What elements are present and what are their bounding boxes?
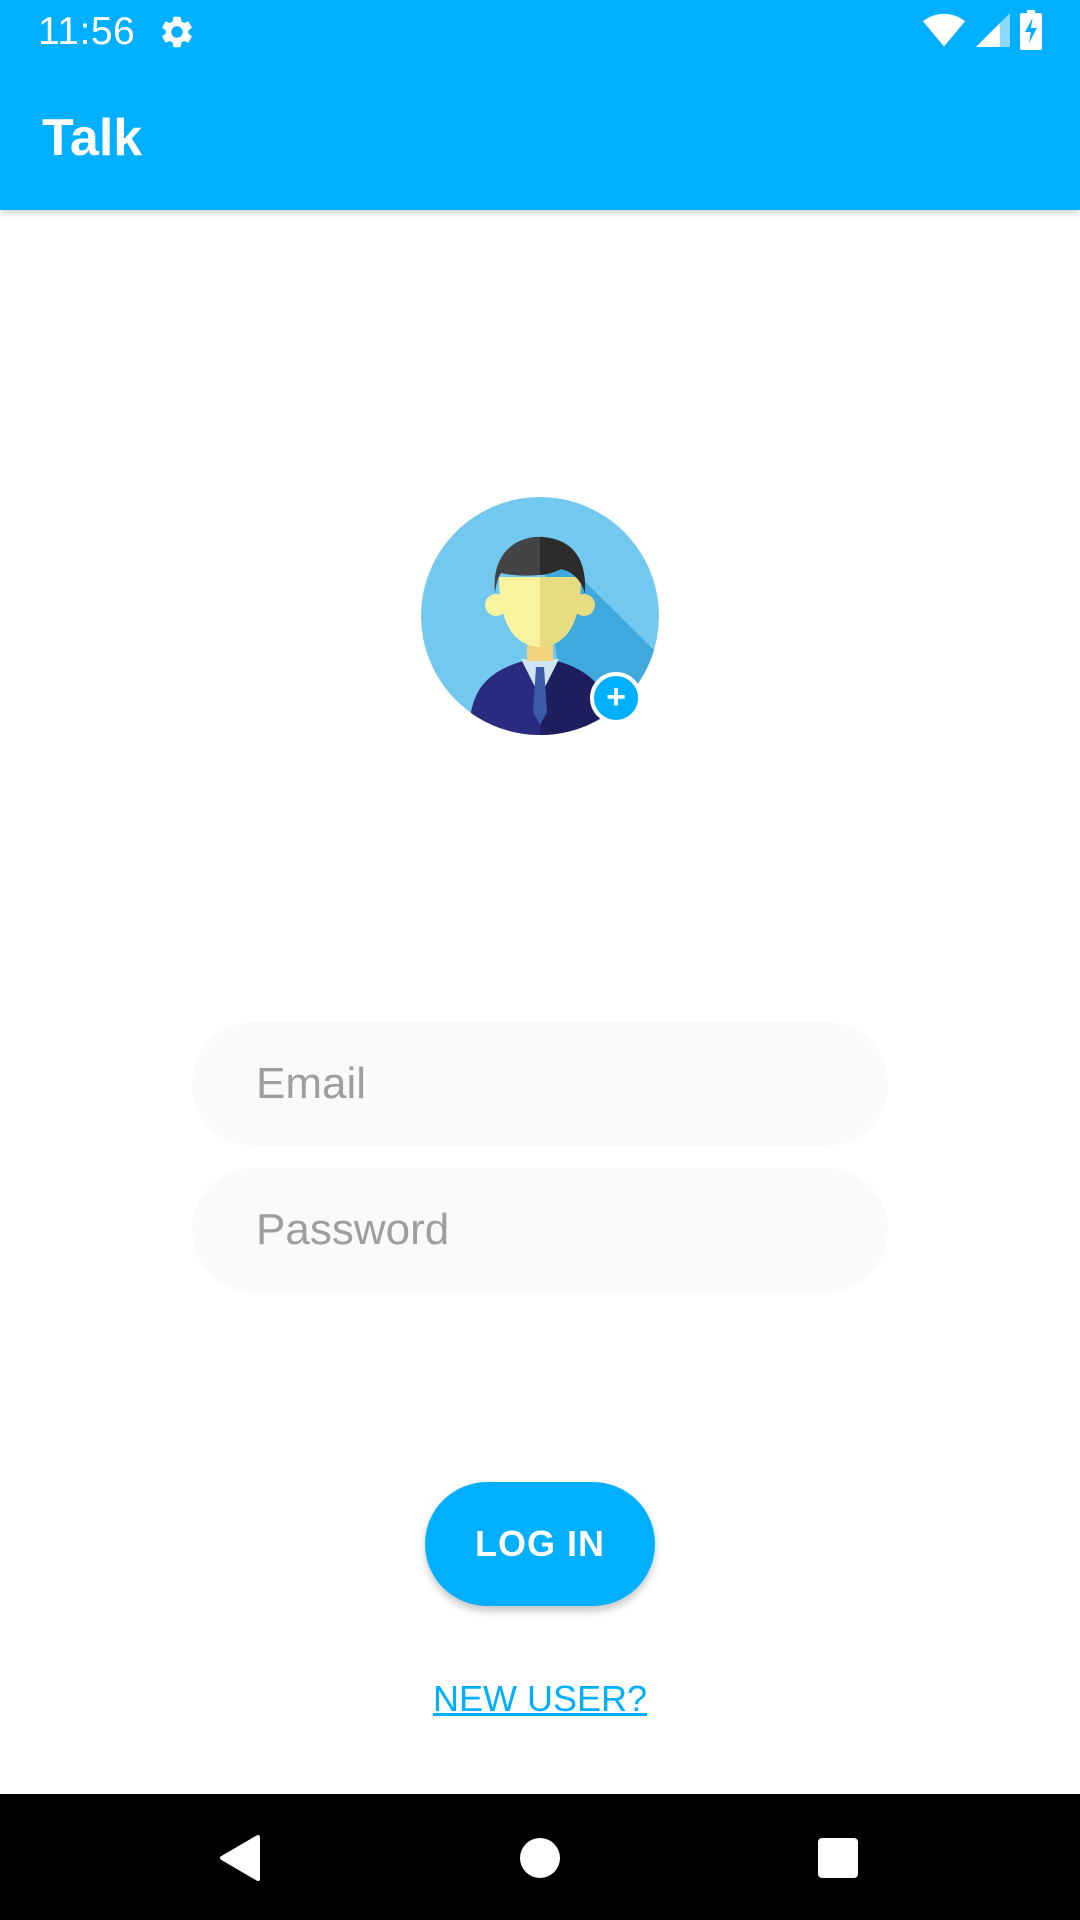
login-screen: 11:56 Talk + Email LOG IN NEW USER? xyxy=(0,0,1080,1920)
gear-icon xyxy=(158,13,196,51)
status-time: 11:56 xyxy=(38,10,136,53)
battery-charging-icon xyxy=(1020,9,1042,55)
login-button[interactable]: LOG IN xyxy=(425,1482,655,1606)
app-title: Talk xyxy=(42,109,143,167)
recents-icon[interactable] xyxy=(808,1828,868,1888)
new-user-link[interactable]: NEW USER? xyxy=(0,1678,1080,1720)
status-bar: 11:56 xyxy=(0,0,1080,63)
status-icons xyxy=(922,9,1042,55)
password-field[interactable] xyxy=(192,1168,888,1292)
plus-icon: + xyxy=(606,678,626,716)
signal-icon xyxy=(976,12,1010,53)
add-photo-button[interactable]: + xyxy=(590,672,642,724)
app-header: 11:56 Talk xyxy=(0,0,1080,210)
wifi-icon xyxy=(922,10,966,55)
navigation-bar xyxy=(0,1794,1080,1920)
back-icon[interactable] xyxy=(210,1828,270,1888)
home-icon[interactable] xyxy=(510,1828,570,1888)
email-field[interactable] xyxy=(192,1022,888,1146)
